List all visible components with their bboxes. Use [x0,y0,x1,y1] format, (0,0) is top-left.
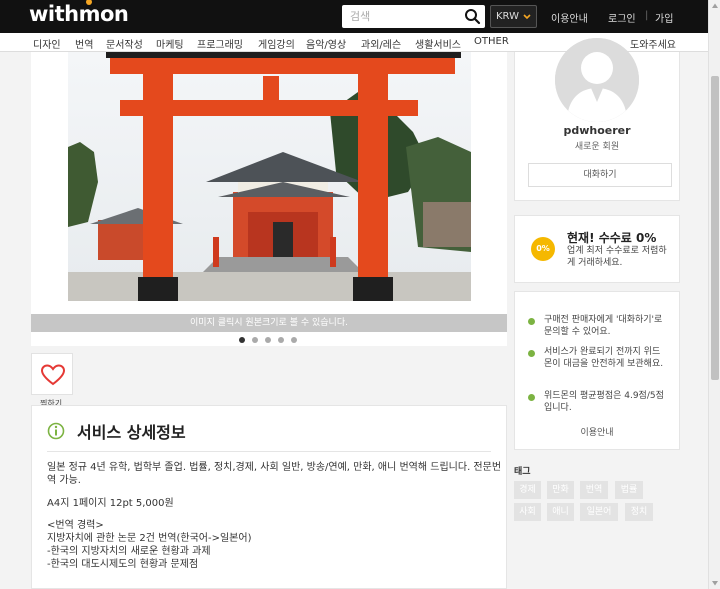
gallery-dot[interactable] [265,337,271,343]
username: pdwhoerer [563,124,631,137]
info-item: 서비스가 완료되기 전까지 위드몬이 대금을 안전하게 보관해요. [544,347,664,369]
gallery-dot[interactable] [278,337,284,343]
avatar[interactable] [555,38,639,122]
tag[interactable]: 만화 [547,481,574,499]
detail-text: 일본 정규 4년 유학, 법학부 졸업. 법률, 정치,경제, 사회 일반, 방… [47,462,502,473]
scroll-down-icon[interactable] [711,579,719,587]
category-item[interactable]: 과외/레슨 [361,36,401,51]
fee-title: 현재! 수수료 0% [567,231,657,245]
tag[interactable]: 번역 [580,481,608,499]
tags-title: 태그 [514,467,531,477]
nav-login-link[interactable]: 로그인 [608,10,636,25]
search-input[interactable] [342,5,457,28]
category-item[interactable]: 게임강의 [258,36,295,51]
chat-button[interactable]: 대화하기 [528,163,672,187]
tag[interactable]: 법률 [615,481,643,499]
detail-title: 서비스 상세정보 [77,423,186,442]
detail-text: -한국의 지방자치의 새로운 현황과 과제 [47,546,211,557]
divider [47,451,491,452]
category-item[interactable]: 디자인 [33,36,61,51]
category-item[interactable]: 생활서비스 [415,36,461,51]
nav-join-link[interactable]: 가입 [655,10,673,25]
search-box [342,5,485,28]
detail-text: <번역 경력> [47,520,104,531]
fee-desc: 업계 최저 수수료로 저렴하게 거래하세요. [567,246,667,268]
fee-badge: 0% [531,237,555,261]
info-item: 위드몬의 평균평점은 4.9점/5점 입니다. [544,391,664,413]
service-photo[interactable] [68,52,471,301]
nav-guide-link[interactable]: 이용안내 [551,10,588,25]
tag[interactable]: 사회 [514,503,541,521]
torii-gate-illustration [68,52,471,301]
tag[interactable]: 일본어 [580,503,618,521]
category-item[interactable]: 음악/영상 [306,36,346,51]
scroll-up-icon[interactable] [711,2,719,10]
category-item[interactable]: 번역 [75,36,93,51]
bullet-icon [528,394,535,401]
info-icon [47,422,65,440]
gallery-caption: 이미지 클릭시 원본크기로 볼 수 있습니다. [31,314,507,332]
chevron-down-icon [523,14,531,20]
scroll-thumb[interactable] [711,76,719,380]
gallery-dot[interactable] [239,337,245,343]
bullet-icon [528,318,535,325]
currency-label: KRW [496,11,519,22]
bullet-icon [528,350,535,357]
info-item: 구매전 판매자에게 '대화하기'로 문의할 수 있어요. [544,315,663,337]
detail-text: -한국의 대도시제도의 현황과 문제점 [47,559,199,570]
category-item[interactable]: 마케팅 [156,36,184,51]
category-item[interactable]: OTHER [474,36,509,47]
top-bar: withmon KRW 이용안내 로그인 | 가입 [0,0,708,33]
detail-text: A4지 1페이지 12pt 5,000원 [47,498,174,509]
gallery-dot[interactable] [252,337,258,343]
logo[interactable]: withmon [29,0,129,26]
category-item[interactable]: 문서작성 [106,36,143,51]
tag[interactable]: 경제 [514,481,541,499]
nav-divider: | [645,10,649,21]
info-guide-link[interactable]: 이용안내 [514,425,680,438]
help-link[interactable]: 도와주세요 [630,36,676,51]
search-icon[interactable] [464,8,481,25]
tag[interactable]: 애니 [547,503,574,521]
detail-text: 역 가능. [47,475,81,486]
user-icon [555,38,639,122]
member-type: 새로운 회원 [574,142,620,152]
like-button[interactable] [31,353,73,395]
tag[interactable]: 정치 [625,503,653,521]
category-item[interactable]: 프로그래밍 [197,36,243,51]
detail-text: 지방자치에 관한 논문 2건 번역(한국어->일본어) [47,533,252,544]
scrollbar[interactable] [708,0,720,589]
gallery-dot[interactable] [291,337,297,343]
heart-icon [41,364,65,386]
currency-select[interactable]: KRW [490,5,537,28]
